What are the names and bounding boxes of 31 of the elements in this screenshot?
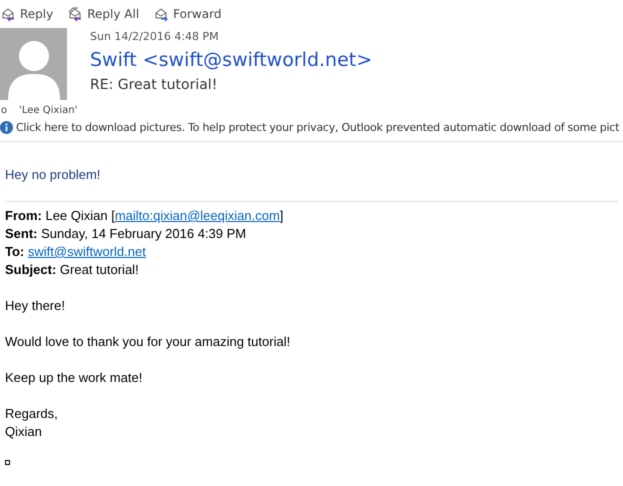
body-text: Keep up the work mate!: [5, 369, 144, 387]
header-label: Sent:: [5, 226, 38, 241]
to-label: o: [1, 105, 8, 116]
recipient-name: 'Lee Qixian': [19, 105, 78, 116]
header-value: Great tutorial!: [60, 262, 139, 277]
email-link[interactable]: swift@swiftworld.net: [28, 244, 146, 259]
reply-all-button[interactable]: Reply All: [67, 6, 140, 22]
body-text: Hey there!: [5, 297, 66, 315]
paragraph-square-icon: [5, 460, 10, 465]
body-text: Would love to thank you for your amazing tutorial!: [5, 333, 292, 351]
download-pictures-notice[interactable]: Click here to download pictures. To help protect your privacy, Outlook prevented automatic download of some pict: [16, 121, 620, 134]
header-value: Sunday, 14 February 2016 4:39 PM: [41, 226, 246, 241]
envelope-arrow-right-icon: [153, 6, 170, 22]
sender-name: Swift <swift@swiftworld.net>: [90, 49, 372, 71]
sent-date: Sun 14/2/2016 4:48 PM: [90, 30, 220, 43]
reply-text: Hey no problem!: [5, 167, 618, 202]
info-icon: [0, 121, 13, 134]
header-label: Subject:: [5, 262, 56, 277]
email-link[interactable]: mailto:qixian@leeqixian.com: [114, 208, 280, 223]
forward-button[interactable]: Forward: [153, 6, 222, 22]
reply-button[interactable]: Reply: [0, 6, 54, 22]
avatar-silhouette-icon: [0, 28, 67, 100]
envelope-arrow-left-icon: [0, 6, 16, 22]
body-text: Qixian: [5, 423, 43, 441]
envelopes-arrow-left-icon: [67, 6, 84, 22]
body-text: Regards,: [5, 405, 59, 423]
header-value: Lee Qixian [: [45, 208, 115, 223]
header-label: From:: [5, 208, 42, 223]
message-subject: RE: Great tutorial!: [90, 77, 218, 93]
bracket-text: ]: [280, 208, 284, 223]
header-label: To:: [5, 244, 24, 259]
